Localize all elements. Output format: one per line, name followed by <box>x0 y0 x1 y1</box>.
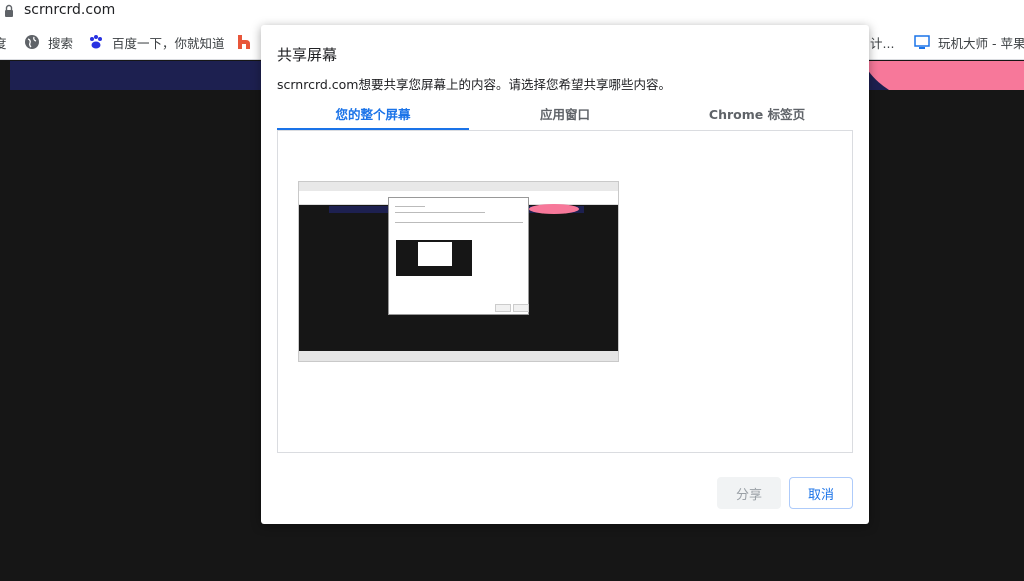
h-logo-icon <box>238 35 250 49</box>
lock-icon <box>5 4 13 17</box>
bookmark-label: 计... <box>870 35 895 51</box>
url-text: scrnrcrd.com <box>24 2 116 18</box>
bookmark-label: 百度一下，你就知道 <box>112 35 225 51</box>
page-pink-decoration <box>860 61 1024 90</box>
screen-thumbnail[interactable] <box>298 181 619 362</box>
thumb-dialog <box>388 197 529 315</box>
cancel-button[interactable]: 取消 <box>789 477 853 509</box>
bookmark-partial-right[interactable]: 计... <box>870 33 894 51</box>
thumb-line <box>395 206 425 207</box>
thumb-tabstrip <box>299 182 618 191</box>
monitor-icon <box>914 35 930 49</box>
bookmark-baidu[interactable]: 百度一下，你就知道 <box>88 33 225 51</box>
thumb-btn <box>495 304 511 312</box>
bookmark-label: 玩机大师 - 苹果 <box>938 35 1024 51</box>
thumb-pink <box>529 204 579 214</box>
address-bar[interactable]: scrnrcrd.com <box>0 0 1024 24</box>
bookmark-search[interactable]: 搜索 <box>24 33 73 51</box>
thumb-line <box>395 212 485 213</box>
source-panel <box>277 131 853 453</box>
thumb-inner-screen <box>396 240 472 276</box>
thumb-line <box>395 222 523 223</box>
dialog-message: scrnrcrd.com想要共享您屏幕上的内容。请选择您希望共享哪些内容。 <box>277 77 671 92</box>
bookmark-label: 度 <box>0 35 7 51</box>
bookmark-partial[interactable]: 度 <box>0 33 7 51</box>
source-tabs: 您的整个屏幕 应用窗口 Chrome 标签页 <box>277 101 853 131</box>
share-screen-dialog: 共享屏幕 scrnrcrd.com想要共享您屏幕上的内容。请选择您希望共享哪些内… <box>261 25 869 524</box>
baidu-paw-icon <box>90 35 102 49</box>
thumb-taskbar <box>299 351 618 361</box>
tab-chrome-tab[interactable]: Chrome 标签页 <box>661 101 853 130</box>
dialog-title: 共享屏幕 <box>277 46 338 64</box>
share-button[interactable]: 分享 <box>717 477 781 509</box>
thumb-inner-dialog <box>418 242 452 266</box>
bookmark-label: 搜索 <box>48 35 74 51</box>
thumb-btn <box>513 304 529 312</box>
bookmark-h[interactable] <box>236 33 260 51</box>
globe-icon <box>25 35 39 49</box>
bookmark-wanji[interactable]: 玩机大师 - 苹果 <box>914 33 1024 51</box>
tab-entire-screen[interactable]: 您的整个屏幕 <box>277 101 469 130</box>
tab-app-window[interactable]: 应用窗口 <box>469 101 661 130</box>
